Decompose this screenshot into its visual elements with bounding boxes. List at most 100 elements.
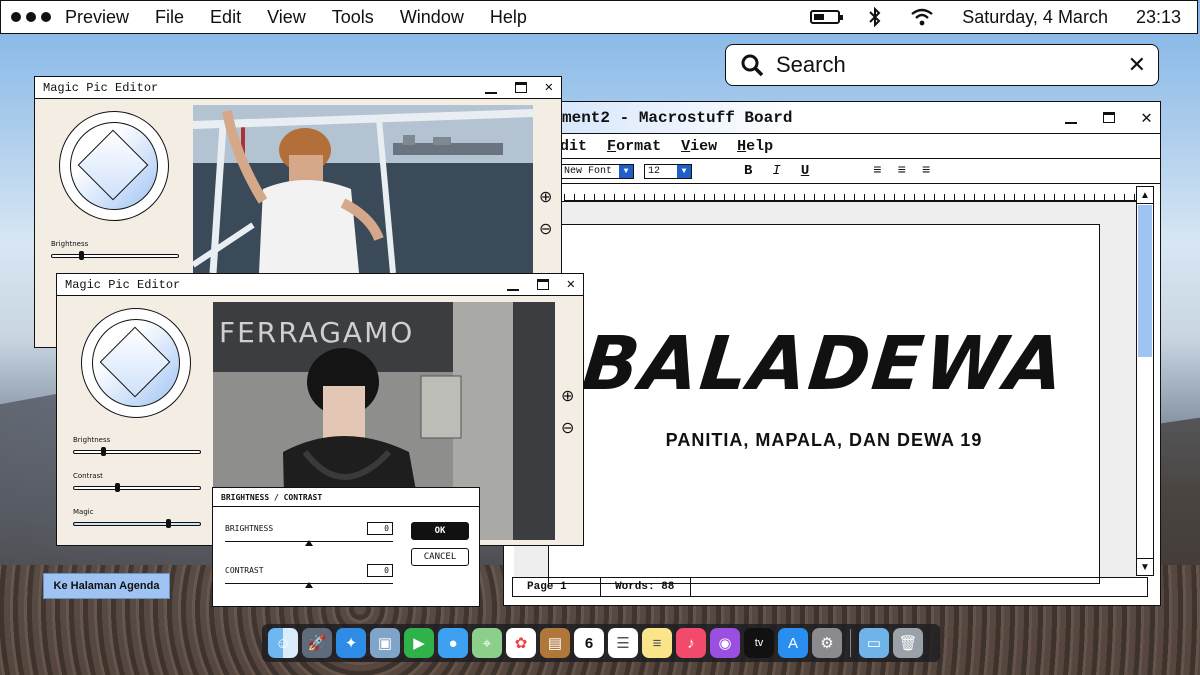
minimize-icon[interactable] xyxy=(484,82,497,94)
menubar-time: 23:13 xyxy=(1135,6,1181,27)
contrast-slider[interactable] xyxy=(73,483,201,492)
safari-icon[interactable]: ✦ xyxy=(336,628,366,658)
scroll-down-icon[interactable]: ▼ xyxy=(1137,558,1153,575)
ruler xyxy=(564,186,1136,201)
photos-icon[interactable]: ✿ xyxy=(506,628,536,658)
scroll-up-icon[interactable]: ▲ xyxy=(1137,187,1153,204)
trash-icon[interactable]: 🗑 xyxy=(893,628,923,658)
app-name[interactable]: Preview xyxy=(65,7,129,28)
dropdown-arrow-icon: ▼ xyxy=(677,164,691,178)
maximize-icon[interactable] xyxy=(1103,112,1116,123)
board-menu-help[interactable]: Help xyxy=(737,138,773,155)
magic-slider[interactable] xyxy=(73,519,201,528)
scroll-thumb[interactable] xyxy=(1138,205,1152,357)
macrostuff-board-window: ment2 - Macrostuff Board ✕ e Edit Format… xyxy=(503,101,1161,606)
slider-knob[interactable] xyxy=(100,447,106,456)
close-icon[interactable]: ✕ xyxy=(567,276,575,293)
maximize-icon[interactable] xyxy=(536,279,549,290)
brightness-value-field[interactable]: 0 xyxy=(367,522,393,535)
calendar-icon[interactable]: 6 xyxy=(574,628,604,658)
vertical-scrollbar[interactable]: ▲ ▼ xyxy=(1136,186,1154,576)
menu-tools[interactable]: Tools xyxy=(332,7,374,28)
wifi-icon[interactable] xyxy=(910,8,934,26)
contrast-value-field[interactable]: 0 xyxy=(367,564,393,577)
color-wheel[interactable] xyxy=(59,111,169,221)
dialog-title: BRIGHTNESS / CONTRAST xyxy=(213,488,479,507)
document-page[interactable]: BALADEWA PANITIA, MAPALA, DAN DEWA 19 xyxy=(548,224,1100,584)
settings-icon[interactable]: ⚙ xyxy=(812,628,842,658)
bold-button[interactable]: B xyxy=(744,163,752,179)
pic-editor-1-titlebar[interactable]: Magic Pic Editor ✕ xyxy=(35,77,561,99)
maps-icon[interactable]: ⌖ xyxy=(472,628,502,658)
pic-editor-2-title: Magic Pic Editor xyxy=(65,277,181,292)
board-menu-format[interactable]: Format xyxy=(607,138,661,155)
close-icon[interactable]: ✕ xyxy=(545,79,553,96)
folder-icon[interactable]: ▭ xyxy=(859,628,889,658)
launchpad-icon[interactable]: 🚀 xyxy=(302,628,332,658)
brightness-label: Brightness xyxy=(51,240,89,248)
board-menu-view[interactable]: View xyxy=(681,138,717,155)
music-icon[interactable]: ♪ xyxy=(676,628,706,658)
menu-file[interactable]: File xyxy=(155,7,184,28)
messages-icon[interactable]: ● xyxy=(438,628,468,658)
slider-knob[interactable] xyxy=(115,483,121,492)
zoom-in-icon[interactable]: ⊕ xyxy=(561,386,574,406)
underline-button[interactable]: U xyxy=(801,163,809,179)
menu-window[interactable]: Window xyxy=(400,7,464,28)
slider-knob[interactable] xyxy=(78,251,84,260)
align-center-icon[interactable]: ≡ xyxy=(898,163,906,179)
maximize-icon[interactable] xyxy=(514,82,527,93)
zoom-out-icon[interactable]: ⊖ xyxy=(539,219,552,239)
search-icon xyxy=(741,54,764,77)
italic-button[interactable]: I xyxy=(772,163,780,179)
cancel-button[interactable]: CANCEL xyxy=(411,548,469,566)
bluetooth-icon[interactable] xyxy=(868,7,882,27)
close-icon[interactable]: ✕ xyxy=(1141,107,1152,129)
brightness-marker[interactable] xyxy=(305,540,313,546)
status-words: Words: 88 xyxy=(601,578,691,596)
contrast-marker[interactable] xyxy=(305,582,313,588)
search-bar[interactable]: Search ✕ xyxy=(725,44,1159,86)
podcasts-icon[interactable]: ◉ xyxy=(710,628,740,658)
calendar-day: 6 xyxy=(584,634,594,652)
photo-boat xyxy=(193,105,533,273)
facetime-icon[interactable]: ▶ xyxy=(404,628,434,658)
dock-separator xyxy=(850,629,851,657)
pic-editor-2-titlebar[interactable]: Magic Pic Editor ✕ xyxy=(57,274,583,296)
agenda-button[interactable]: Ke Halaman Agenda xyxy=(43,573,170,599)
tv-icon[interactable]: tv xyxy=(744,628,774,658)
ok-button[interactable]: OK xyxy=(411,522,469,540)
font-size-value: 12 xyxy=(648,165,661,177)
minimize-icon[interactable] xyxy=(506,279,519,291)
slider-knob[interactable] xyxy=(165,519,171,528)
dialog-contrast-label: CONTRAST xyxy=(225,566,264,575)
board-menu: e Edit Format View Help xyxy=(504,134,1160,159)
sign-text: FERRAGAMO xyxy=(219,316,415,349)
zoom-out-icon[interactable]: ⊖ xyxy=(561,418,574,438)
zoom-in-icon[interactable]: ⊕ xyxy=(539,187,552,207)
window-dots-icon xyxy=(11,12,51,22)
preview-icon[interactable]: ▣ xyxy=(370,628,400,658)
brightness-slider[interactable] xyxy=(51,251,179,260)
font-select[interactable]: New Font ▼ xyxy=(560,163,634,179)
menu-edit[interactable]: Edit xyxy=(210,7,241,28)
menu-help[interactable]: Help xyxy=(490,7,527,28)
finder-icon[interactable]: ☺ xyxy=(268,628,298,658)
close-icon[interactable]: ✕ xyxy=(1128,52,1146,78)
reminders-icon[interactable]: ☰ xyxy=(608,628,638,658)
search-input[interactable]: Search xyxy=(776,52,846,78)
battery-icon[interactable] xyxy=(810,10,844,24)
brightness-slider[interactable] xyxy=(73,447,201,456)
notes-icon[interactable]: ≡ xyxy=(642,628,672,658)
appstore-icon[interactable]: A xyxy=(778,628,808,658)
menu-view[interactable]: View xyxy=(267,7,306,28)
color-wheel[interactable] xyxy=(81,308,191,418)
photo-boat-image xyxy=(193,105,533,273)
font-size-select[interactable]: 12 ▼ xyxy=(644,163,692,179)
align-right-icon[interactable]: ≡ xyxy=(922,163,930,179)
minimize-icon[interactable] xyxy=(1065,112,1078,124)
align-left-icon[interactable]: ≡ xyxy=(873,163,881,179)
notes-brown-icon[interactable]: ▤ xyxy=(540,628,570,658)
board-titlebar[interactable]: ment2 - Macrostuff Board ✕ xyxy=(504,102,1160,134)
pic-editor-1-title: Magic Pic Editor xyxy=(43,80,159,95)
